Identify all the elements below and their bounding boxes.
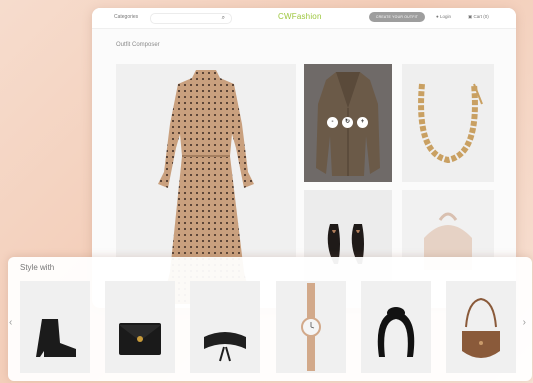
watch-image [301,283,321,371]
chevron-left-icon[interactable]: ‹ [9,317,12,328]
login-label: Login [439,14,451,19]
style-item-headband[interactable] [361,281,431,373]
top-header: Categories ⌕ CWFashion CREATE YOUR OUTFI… [92,8,516,29]
style-with-panel: Style with ‹ › [8,257,532,381]
cart-icon: ▣ [468,14,473,19]
style-with-title: Style with [20,263,55,272]
brand-logo[interactable]: CWFashion [278,12,322,21]
style-item-saddle-bag[interactable] [446,281,516,373]
add-item-button[interactable]: + [357,117,368,128]
swap-item-button[interactable]: ↻ [342,117,353,128]
search-input[interactable]: ⌕ [150,13,232,24]
headband-image [377,307,415,357]
outfit-item-necklace[interactable] [402,64,494,182]
clutch-bag-image [119,323,161,355]
chevron-right-icon[interactable]: › [523,317,526,328]
style-item-clutch-bag[interactable] [105,281,175,373]
categories-menu[interactable]: Categories [114,14,138,20]
style-item-waist-belt[interactable] [190,281,260,373]
ankle-boot-image [36,319,76,357]
user-icon: ● [436,14,439,19]
search-icon[interactable]: ⌕ [222,15,225,22]
style-item-watch[interactable] [276,281,346,373]
saddle-bag-image [462,297,500,358]
waist-belt-image [204,332,246,362]
page-title: Outfit Composer [116,42,160,48]
item-action-buttons: - ↻ + [327,117,368,128]
style-item-ankle-boot[interactable] [20,281,90,373]
create-outfit-button[interactable]: CREATE YOUR OUTFIT [369,12,425,22]
necklace-image [418,83,483,164]
cart-label: Cart (0) [473,14,489,19]
cart-link[interactable]: ▣ Cart (0) [468,14,489,20]
outfit-item-blazer[interactable]: - ↻ + [304,64,392,182]
remove-item-button[interactable]: - [327,117,338,128]
login-link[interactable]: ● Login [436,14,451,19]
